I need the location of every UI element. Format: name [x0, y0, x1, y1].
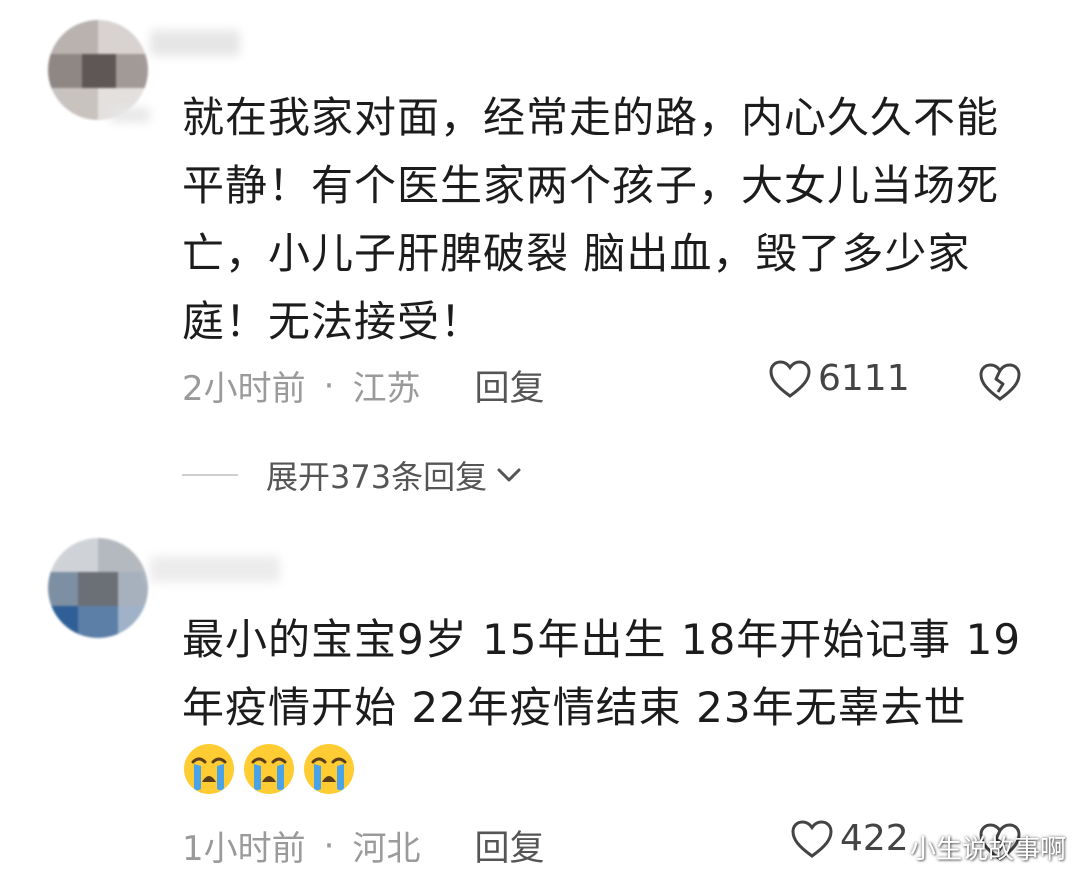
expand-replies-button[interactable]: 展开373条回复 [182, 452, 523, 498]
expand-replies-label: 展开373条回复 [266, 458, 488, 496]
crying-emoji-icon [304, 744, 354, 794]
broken-heart-icon[interactable] [978, 362, 1022, 402]
chevron-down-icon [497, 468, 521, 482]
username-blurred[interactable] [150, 556, 280, 582]
crying-emoji-icon [244, 744, 294, 794]
avatar[interactable] [48, 538, 148, 638]
heart-icon [769, 359, 811, 398]
emoji-row [182, 742, 356, 796]
like-count: 422 [840, 818, 909, 859]
reply-button[interactable]: 回复 [474, 360, 544, 411]
heart-icon [791, 819, 833, 858]
comment-text: 最小的宝宝9岁 15年出生 18年开始记事 19年疫情开始 22年疫情结束 23… [182, 615, 1022, 732]
like-count: 6111 [818, 358, 910, 399]
separator-dot: · [323, 365, 335, 406]
comment-time: 1小时前 [182, 829, 306, 869]
comment-time: 2小时前 [182, 369, 306, 409]
comment-text: 就在我家对面，经常走的路，内心久久不能平静！有个医生家两个孩子，大女儿当场死亡，… [182, 93, 1000, 346]
comment-meta: 2小时前 · 江苏 回复 [182, 360, 544, 411]
comment-location: 河北 [352, 829, 421, 869]
comment-location: 江苏 [352, 369, 421, 409]
separator-dot: · [323, 825, 335, 866]
like-button[interactable]: 6111 [768, 358, 910, 399]
username-blur-trail [110, 108, 150, 122]
like-button[interactable]: 422 [790, 818, 909, 859]
watermark: 小生说故事啊 [909, 835, 1066, 865]
crying-emoji-icon [184, 744, 234, 794]
avatar[interactable] [48, 20, 148, 120]
username-blurred[interactable] [150, 30, 240, 56]
comment-meta: 1小时前 · 河北 回复 [182, 820, 544, 871]
reply-button[interactable]: 回复 [474, 820, 544, 871]
expand-divider [182, 474, 238, 476]
